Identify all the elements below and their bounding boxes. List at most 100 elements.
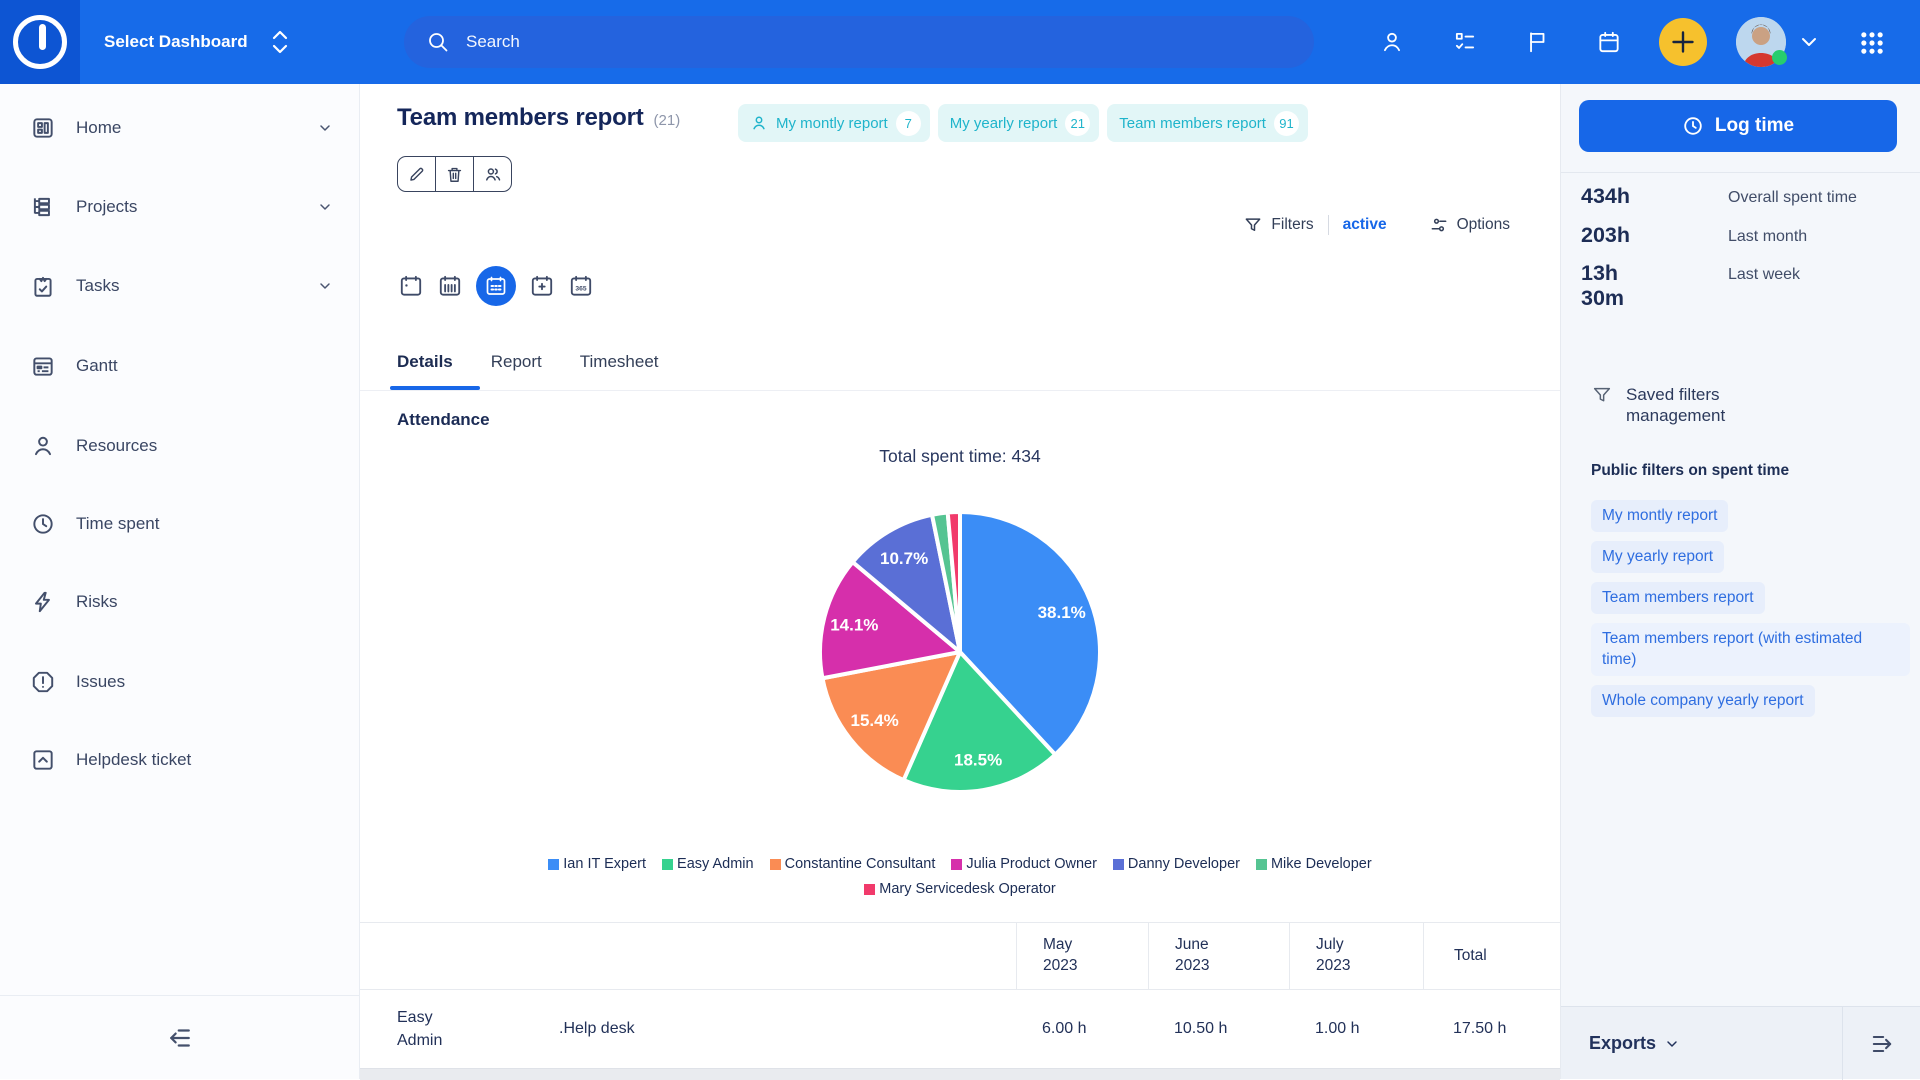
projects-tree-icon [30, 194, 56, 220]
view-add-period-icon[interactable] [529, 273, 555, 299]
table-header-cell [360, 923, 557, 989]
share-users-button[interactable] [473, 157, 511, 191]
easy-project-logo-icon [13, 15, 67, 69]
view-day-icon[interactable] [398, 273, 424, 299]
sidebar-label: Risks [76, 592, 118, 612]
table-cell-july: 1.00 h [1289, 1018, 1423, 1040]
legend-swatch [864, 884, 875, 895]
tab-timesheet[interactable]: Timesheet [580, 352, 659, 386]
legend-item: Mike Developer [1256, 856, 1372, 872]
filter-chip-my-montly-report[interactable]: My montly report [1591, 500, 1728, 532]
pencil-icon [407, 165, 426, 184]
helpdesk-icon [30, 747, 56, 773]
collapse-sidebar-button[interactable] [0, 995, 359, 1079]
sidebar-item-issues[interactable]: Issues [0, 660, 359, 704]
legend-item: Danny Developer [1113, 856, 1240, 872]
profile-icon[interactable] [1379, 29, 1405, 55]
sidebar-item-projects[interactable]: Projects [0, 185, 359, 229]
sidebar-item-risks[interactable]: Risks [0, 580, 359, 624]
filters-button[interactable]: Filters [1243, 215, 1313, 235]
sidebar-item-gantt[interactable]: Gantt [0, 344, 359, 388]
period-view-switcher: 365 [398, 266, 594, 306]
report-tabs: Details Report Timesheet [397, 352, 659, 386]
chip-count-badge: 91 [1274, 111, 1299, 136]
dashboard-selector-label: Select Dashboard [104, 32, 248, 52]
filter-chip-team-members-report-estimated[interactable]: Team members report (with estimated time… [1591, 623, 1910, 675]
table-cell-user: Easy Admin [360, 1006, 557, 1052]
saved-filter-shortcuts: My montly report 7 My yearly report 21 T… [738, 104, 1308, 142]
stat-label: Last week [1728, 261, 1878, 310]
collapse-right-icon [1868, 1030, 1896, 1058]
search-input[interactable] [464, 31, 1292, 53]
lightning-icon [30, 589, 56, 615]
delete-button[interactable] [435, 157, 473, 191]
edit-button[interactable] [398, 157, 435, 191]
tasks-checklist-icon[interactable] [1452, 29, 1478, 55]
chip-my-montly-report[interactable]: My montly report 7 [738, 104, 930, 142]
sidebar-item-home[interactable]: Home [0, 106, 359, 150]
page-title: Team members report [397, 104, 644, 132]
dashboard-selector[interactable]: Select Dashboard [104, 0, 290, 84]
result-count: (21) [654, 112, 681, 129]
saved-filters-management[interactable]: Saved filters management [1591, 384, 1776, 427]
legend-swatch [951, 859, 962, 870]
chip-label: My yearly report [950, 115, 1058, 132]
options-button[interactable]: Options [1429, 215, 1510, 235]
chevron-down-icon [1664, 1036, 1680, 1052]
exports-dropdown[interactable]: Exports [1589, 1007, 1680, 1080]
chip-my-yearly-report[interactable]: My yearly report 21 [938, 104, 1100, 142]
chevron-down-icon[interactable] [317, 120, 333, 136]
table-header-row: May 2023 June 2023 July 2023 Total [360, 922, 1560, 990]
sidebar-item-helpdesk-ticket[interactable]: Helpdesk ticket [0, 738, 359, 782]
chevron-down-icon[interactable] [317, 278, 333, 294]
chart-title: Total spent time: 434 [360, 446, 1560, 467]
avatar-chevron-down-icon[interactable] [1800, 35, 1818, 49]
panel-divider [1561, 172, 1920, 173]
saved-filters-label: Saved filters management [1626, 384, 1776, 427]
sidebar-item-tasks[interactable]: Tasks [0, 264, 359, 308]
main-content: Team members report (21) My montly repor… [360, 84, 1560, 1079]
chip-team-members-report[interactable]: Team members report 91 [1107, 104, 1308, 142]
view-month-icon-selected[interactable] [476, 266, 516, 306]
apps-grid-icon[interactable] [1858, 29, 1886, 57]
active-filters-link[interactable]: active [1343, 216, 1387, 234]
tab-details[interactable]: Details [397, 352, 453, 386]
view-year-365-icon[interactable]: 365 [568, 273, 594, 299]
flag-icon[interactable] [1524, 29, 1550, 55]
search-icon [426, 30, 450, 54]
log-time-button[interactable]: Log time [1579, 100, 1897, 152]
plus-icon [1671, 30, 1695, 54]
public-filter-list: My montly report My yearly report Team m… [1591, 500, 1910, 717]
view-week-icon[interactable] [437, 273, 463, 299]
filters-label: Filters [1271, 216, 1313, 234]
sidebar-item-resources[interactable]: Resources [0, 424, 359, 468]
chevron-down-icon[interactable] [317, 199, 333, 215]
search-bar[interactable] [404, 16, 1314, 68]
report-toolbar [397, 156, 512, 192]
pie-slice-label: 18.5% [954, 751, 1002, 770]
table-header-cell [557, 923, 1016, 989]
add-new-button[interactable] [1659, 18, 1707, 66]
filters-controls: Filters active Options [1243, 206, 1510, 244]
filter-chip-team-members-report[interactable]: Team members report [1591, 582, 1765, 614]
calendar-icon[interactable] [1596, 29, 1622, 55]
sidebar-item-time-spent[interactable]: Time spent [0, 502, 359, 546]
stat-value: 13h 30m [1561, 261, 1728, 310]
collapse-panel-button[interactable] [1842, 1007, 1920, 1080]
exports-label: Exports [1589, 1033, 1656, 1054]
options-label: Options [1457, 216, 1510, 234]
attendance-heading: Attendance [397, 410, 490, 430]
sidebar-label: Resources [76, 436, 157, 456]
stat-value: 434h [1561, 184, 1728, 209]
filter-chip-my-yearly-report[interactable]: My yearly report [1591, 541, 1724, 573]
people-icon [483, 164, 503, 184]
chart-legend: Ian IT Expert Easy Admin Constantine Con… [460, 856, 1460, 897]
sidebar-label: Helpdesk ticket [76, 750, 191, 770]
tab-report[interactable]: Report [491, 352, 542, 386]
table-row: Easy Admin .Help desk 6.00 h 10.50 h 1.0… [360, 990, 1560, 1068]
stat-last-month: 203h Last month [1561, 223, 1920, 248]
app-logo[interactable] [0, 0, 80, 84]
svg-text:365: 365 [575, 286, 586, 293]
filter-chip-whole-company-yearly[interactable]: Whole company yearly report [1591, 685, 1815, 717]
funnel-icon [1591, 384, 1613, 406]
